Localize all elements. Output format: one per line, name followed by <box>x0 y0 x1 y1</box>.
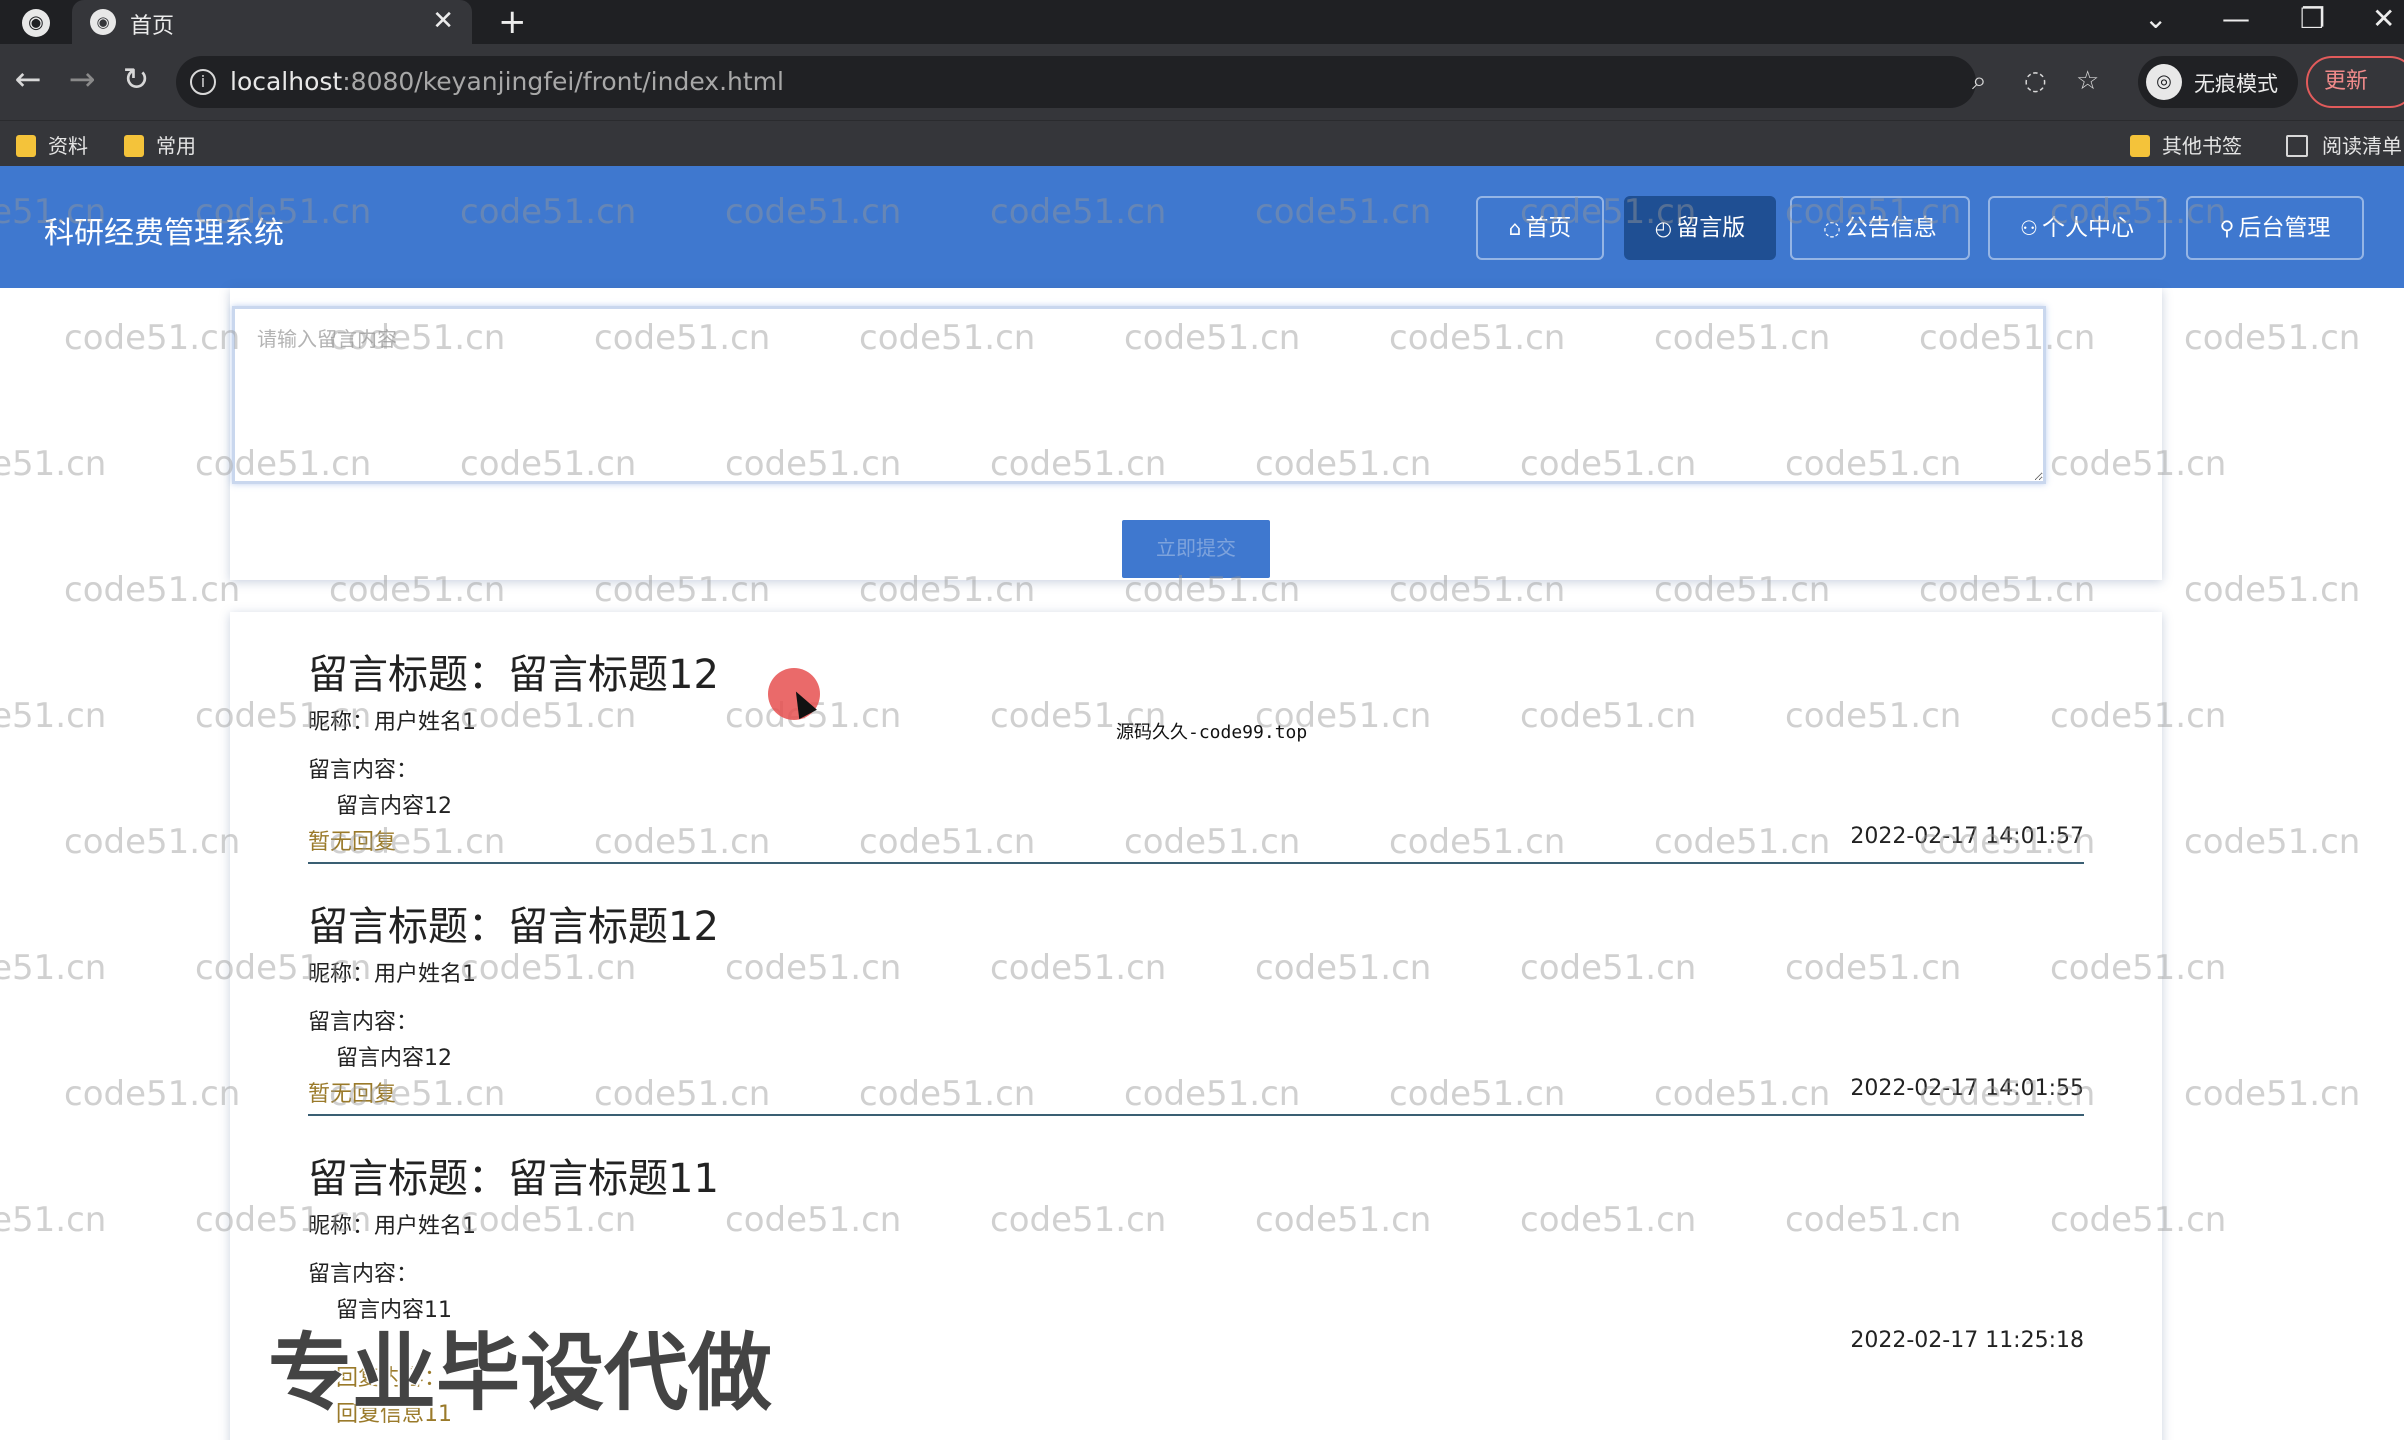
message-content: 留言内容12 <box>336 794 452 819</box>
watermark-text: code51.cn <box>2184 570 2361 610</box>
message-content-label: 留言内容： <box>308 1262 419 1287</box>
tab-favicon-icon: ◉ <box>90 9 116 35</box>
back-icon[interactable]: ← <box>8 60 48 98</box>
browser-logo-icon: ◉ <box>22 9 50 37</box>
watermark-text: code51.cn <box>2184 318 2361 358</box>
forward-icon[interactable]: → <box>62 60 102 98</box>
message-title: 留言标题：留言标题11 <box>308 1156 719 1202</box>
tracking-icon[interactable]: ◌ <box>2024 66 2047 96</box>
tab-search-chevron-icon[interactable]: ⌄ <box>2144 2 2167 35</box>
nav-notices[interactable]: ◌ 公告信息 <box>1790 196 1970 260</box>
watermark-text: code51.cn <box>64 570 241 610</box>
site-info-icon[interactable]: i <box>190 69 216 95</box>
message-reply-status: 暂无回复 <box>308 830 397 855</box>
watermark-text: code51.cn <box>2184 822 2361 862</box>
watermark-text: code51.cn <box>0 948 107 988</box>
message-time: 2022-02-17 11:25:18 <box>1850 1328 2084 1353</box>
reload-icon[interactable]: ↻ <box>116 60 156 98</box>
message-nickname: 昵称：用户姓名1 <box>308 710 476 735</box>
site-title: 科研经费管理系统 <box>44 216 284 251</box>
message-item: 留言标题：留言标题12 昵称：用户姓名1 留言内容： 留言内容12 暂无回复 2… <box>308 864 2084 1116</box>
user-icon: ⚇ <box>2020 216 2038 240</box>
url-text: localhost:8080/keyanjingfei/front/index.… <box>230 67 784 96</box>
message-nickname: 昵称：用户姓名1 <box>308 962 476 987</box>
tab-title: 首页 <box>130 14 175 39</box>
message-content: 留言内容12 <box>336 1046 452 1071</box>
incognito-label: 无痕模式 <box>2194 72 2278 96</box>
close-window-icon[interactable]: ✕ <box>2372 2 2395 35</box>
message-content-label: 留言内容： <box>308 1010 419 1035</box>
message-nickname: 昵称：用户姓名1 <box>308 1214 476 1239</box>
incognito-icon: ◎ <box>2146 64 2182 100</box>
nav-home[interactable]: ⌂ 首页 <box>1476 196 1604 260</box>
message-title: 留言标题：留言标题12 <box>308 904 719 950</box>
message-content-label: 留言内容： <box>308 758 419 783</box>
update-button[interactable]: 更新 <box>2306 56 2404 108</box>
zoom-icon[interactable]: ⌕ <box>1972 66 1987 97</box>
folder-icon <box>124 135 144 157</box>
link-icon: ⚲ <box>2219 216 2235 240</box>
folder-icon <box>2130 135 2150 157</box>
watermark-text: code51.cn <box>0 1200 107 1240</box>
reading-list[interactable]: 阅读清单 <box>2286 130 2402 159</box>
bookmark-star-icon[interactable]: ☆ <box>2076 66 2099 96</box>
message-form: 立即提交 <box>230 288 2162 580</box>
bookmark-folder-changyong[interactable]: 常用 <box>124 130 196 159</box>
nav-message-board[interactable]: ◴ 留言版 <box>1624 196 1776 260</box>
address-bar[interactable]: i localhost:8080/keyanjingfei/front/inde… <box>176 56 2099 108</box>
tab-close-icon[interactable]: ✕ <box>432 6 454 36</box>
watermark-text: code51.cn <box>64 822 241 862</box>
bookmark-folder-other[interactable]: 其他书签 <box>2130 130 2242 159</box>
browser-toolbar: ← → ↻ i localhost:8080/keyanjingfei/fron… <box>0 44 2404 120</box>
message-icon: ◴ <box>1654 216 1673 240</box>
message-reply-status: 暂无回复 <box>308 1082 397 1107</box>
watermark-text: code51.cn <box>0 696 107 736</box>
browser-tab-bar: ◉ ◉ 首页 ✕ + ⌄ — ❐ ✕ <box>0 0 2404 44</box>
site-header: 科研经费管理系统 ⌂ 首页 ◴ 留言版 ◌ 公告信息 ⚇ 个人中心 ⚲ 后台管理 <box>0 166 2404 288</box>
message-title: 留言标题：留言标题12 <box>308 652 719 698</box>
watermark-text: code51.cn <box>0 444 107 484</box>
message-time: 2022-02-17 14:01:55 <box>1850 1076 2084 1101</box>
restore-icon[interactable]: ❐ <box>2300 2 2325 35</box>
watermark-text: code51.cn <box>64 318 241 358</box>
message-content-input[interactable] <box>232 306 2046 484</box>
reading-list-icon <box>2286 135 2308 157</box>
nav-admin[interactable]: ⚲ 后台管理 <box>2186 196 2364 260</box>
folder-icon <box>16 135 36 157</box>
notice-icon: ◌ <box>1823 216 1841 240</box>
promo-overlay-text: 专业毕设代做 <box>268 1324 773 1422</box>
submit-button[interactable]: 立即提交 <box>1122 520 1270 578</box>
watermark-text: code51.cn <box>2184 1074 2361 1114</box>
home-icon: ⌂ <box>1508 216 1522 240</box>
bookmarks-bar: 资料 常用 其他书签 阅读清单 <box>0 120 2404 166</box>
browser-tab[interactable]: ◉ 首页 ✕ <box>72 0 472 44</box>
bookmark-folder-ziliao[interactable]: 资料 <box>16 130 88 159</box>
message-time: 2022-02-17 14:01:57 <box>1850 824 2084 849</box>
watermark-text: code51.cn <box>64 1074 241 1114</box>
minimize-icon[interactable]: — <box>2222 2 2250 35</box>
nav-personal-center[interactable]: ⚇ 个人中心 <box>1988 196 2166 260</box>
new-tab-icon[interactable]: + <box>498 2 527 42</box>
source-watermark: 源码久久-code99.top <box>1116 722 1308 743</box>
incognito-indicator[interactable]: ◎ 无痕模式 <box>2138 56 2298 108</box>
